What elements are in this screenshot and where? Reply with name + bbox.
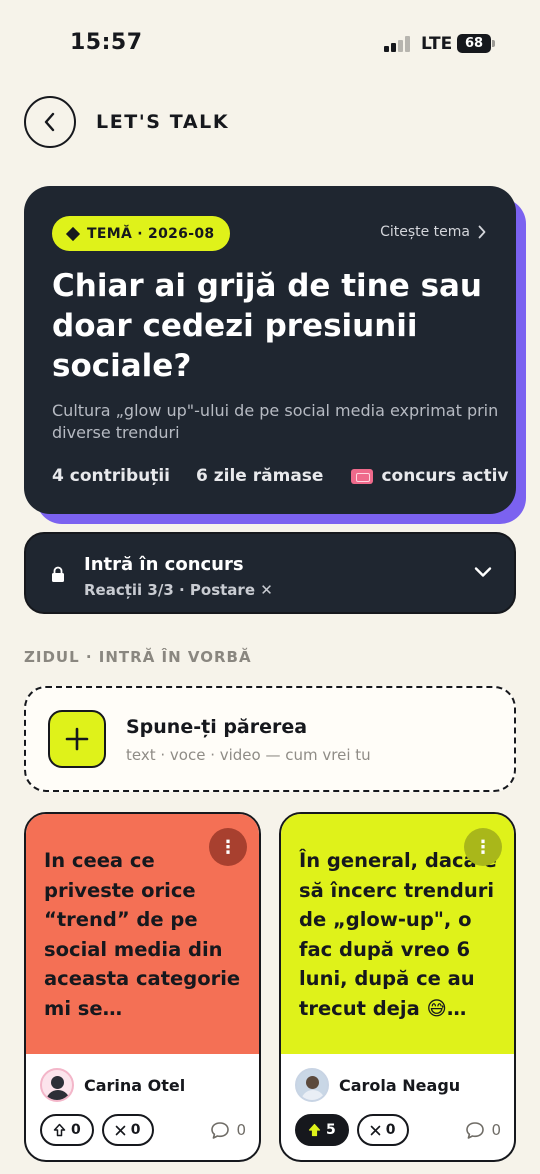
comment-count: 0	[236, 1121, 246, 1139]
close-icon	[370, 1125, 381, 1135]
contest-title: Intră în concurs	[84, 554, 244, 575]
post-author[interactable]: Carina Otel	[40, 1068, 185, 1102]
comments-button[interactable]: 0	[465, 1121, 501, 1140]
page-title: LET'S TALK	[96, 111, 230, 133]
comment-icon	[211, 1121, 230, 1139]
contest-accordion[interactable]: Intră în concurs Reacții 3/3 · Postare ✕	[24, 532, 516, 614]
plus-icon	[65, 727, 89, 751]
post-text: În general, dacă e să încerc trenduri de…	[299, 849, 497, 1020]
chevron-right-icon	[478, 225, 486, 239]
avatar	[40, 1068, 74, 1102]
post-body[interactable]: In ceea ce priveste orice “trend” de pe …	[26, 814, 259, 1054]
theme-badge-label: TEMĂ · 2026-08	[87, 225, 215, 242]
comment-icon	[466, 1121, 485, 1139]
back-button[interactable]	[24, 96, 76, 148]
downvote-button[interactable]: 0	[101, 1114, 154, 1146]
post-body[interactable]: În general, dacă e să încerc trenduri de…	[281, 814, 514, 1054]
theme-subtitle: Cultura „glow up"-ului de pe social medi…	[52, 401, 499, 442]
battery-icon: 68	[457, 34, 495, 53]
post-author[interactable]: Carola Neagu	[295, 1068, 460, 1102]
comments-button[interactable]: 0	[210, 1121, 246, 1140]
contest-subtitle: Reacții 3/3 · Postare ✕	[84, 581, 273, 599]
arrow-up-icon	[308, 1123, 321, 1137]
lock-icon	[52, 566, 64, 582]
post-card[interactable]: În general, dacă e să încerc trenduri de…	[279, 812, 516, 1162]
theme-title: Chiar ai grijă de tine sau doar cedezi p…	[52, 268, 483, 384]
network-label: LTE	[421, 34, 453, 54]
upvote-count: 5	[326, 1122, 336, 1138]
theme-stats: 4 contribuții 6 zile rămase concurs acti…	[52, 466, 512, 486]
upvote-button[interactable]: 5	[295, 1114, 349, 1146]
downvote-button[interactable]: 0	[356, 1114, 409, 1146]
wall-section-label: ZIDUL · INTRĂ ÎN VORBĂ	[24, 648, 252, 666]
ticket-icon	[351, 468, 374, 484]
chevron-down-icon	[474, 567, 492, 577]
read-theme-link[interactable]: Citește tema	[380, 224, 486, 240]
theme-card[interactable]: TEMĂ · 2026-08 Citește tema Chiar ai gri…	[24, 186, 516, 514]
downvote-count: 0	[130, 1122, 141, 1138]
more-options-icon[interactable]: ⋮	[209, 828, 247, 866]
post-actions: 5 0 0	[295, 1114, 501, 1146]
comment-count: 0	[491, 1121, 501, 1139]
close-icon	[115, 1125, 126, 1135]
signal-icon	[384, 36, 412, 52]
post-actions: 0 0 0	[40, 1114, 246, 1146]
theme-badge: TEMĂ · 2026-08	[52, 216, 231, 251]
more-options-icon[interactable]: ⋮	[464, 828, 502, 866]
chevron-left-icon	[44, 112, 55, 132]
add-post-button[interactable]	[48, 710, 106, 768]
read-theme-label: Citește tema	[380, 224, 470, 240]
contributions-count: 4 contribuții	[52, 466, 170, 486]
arrow-up-icon	[53, 1123, 66, 1137]
downvote-count: 0	[385, 1122, 396, 1138]
diamond-icon	[65, 226, 81, 241]
compose-title: Spune-ți părerea	[126, 716, 308, 738]
author-name: Carola Neagu	[339, 1075, 461, 1095]
status-bar: 15:57 LTE 68	[0, 0, 540, 88]
avatar	[295, 1068, 329, 1102]
post-text: In ceea ce priveste orice “trend” de pe …	[44, 849, 241, 1020]
post-card[interactable]: In ceea ce priveste orice “trend” de pe …	[24, 812, 261, 1162]
days-left: 6 zile rămase	[196, 466, 324, 486]
contest-status: concurs activ	[381, 466, 509, 486]
author-name: Carina Otel	[84, 1075, 186, 1095]
upvote-count: 0	[71, 1122, 81, 1138]
compose-box[interactable]: Spune-ți părerea text · voce · video — c…	[24, 686, 516, 792]
upvote-button[interactable]: 0	[40, 1114, 94, 1146]
compose-subtitle: text · voce · video — cum vrei tu	[126, 746, 371, 764]
status-time: 15:57	[70, 30, 143, 55]
